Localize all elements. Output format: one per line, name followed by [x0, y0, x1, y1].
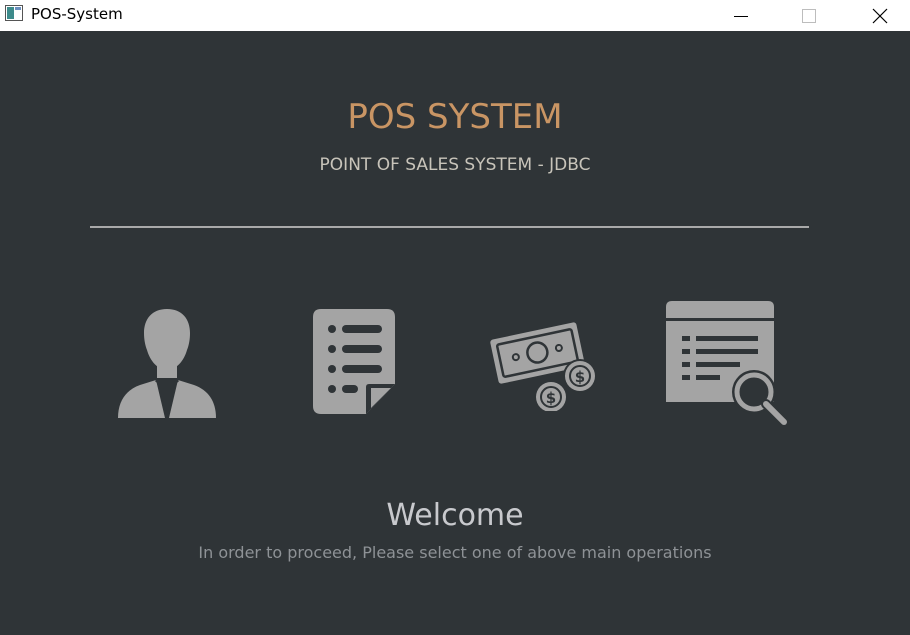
welcome-message: In order to proceed, Please select one o… — [198, 543, 712, 562]
svg-text:$: $ — [546, 389, 556, 407]
payments-money-icon[interactable]: $ $ — [485, 316, 605, 411]
close-button[interactable] — [857, 0, 903, 31]
minimize-icon — [734, 15, 748, 17]
svg-text:$: $ — [575, 368, 585, 386]
search-report-icon[interactable] — [660, 296, 790, 426]
page-subtitle: POINT OF SALES SYSTEM - JDBC — [319, 155, 591, 175]
divider — [90, 226, 809, 228]
app-icon — [5, 5, 23, 21]
minimize-button[interactable] — [718, 0, 764, 31]
window-title: POS-System — [31, 5, 123, 23]
maximize-icon — [802, 8, 816, 23]
pos-window: POS-System POS SYSTEM POINT OF SALES SYS… — [0, 0, 910, 635]
page-title: POS SYSTEM — [347, 97, 563, 137]
customer-icon[interactable] — [110, 306, 225, 421]
orders-document-icon[interactable] — [305, 304, 405, 419]
main-content: POS SYSTEM POINT OF SALES SYSTEM - JDBC — [0, 31, 910, 635]
title-bar[interactable]: POS-System — [0, 0, 910, 31]
maximize-button[interactable] — [786, 0, 832, 31]
close-icon — [872, 8, 888, 23]
welcome-title: Welcome — [386, 498, 524, 533]
